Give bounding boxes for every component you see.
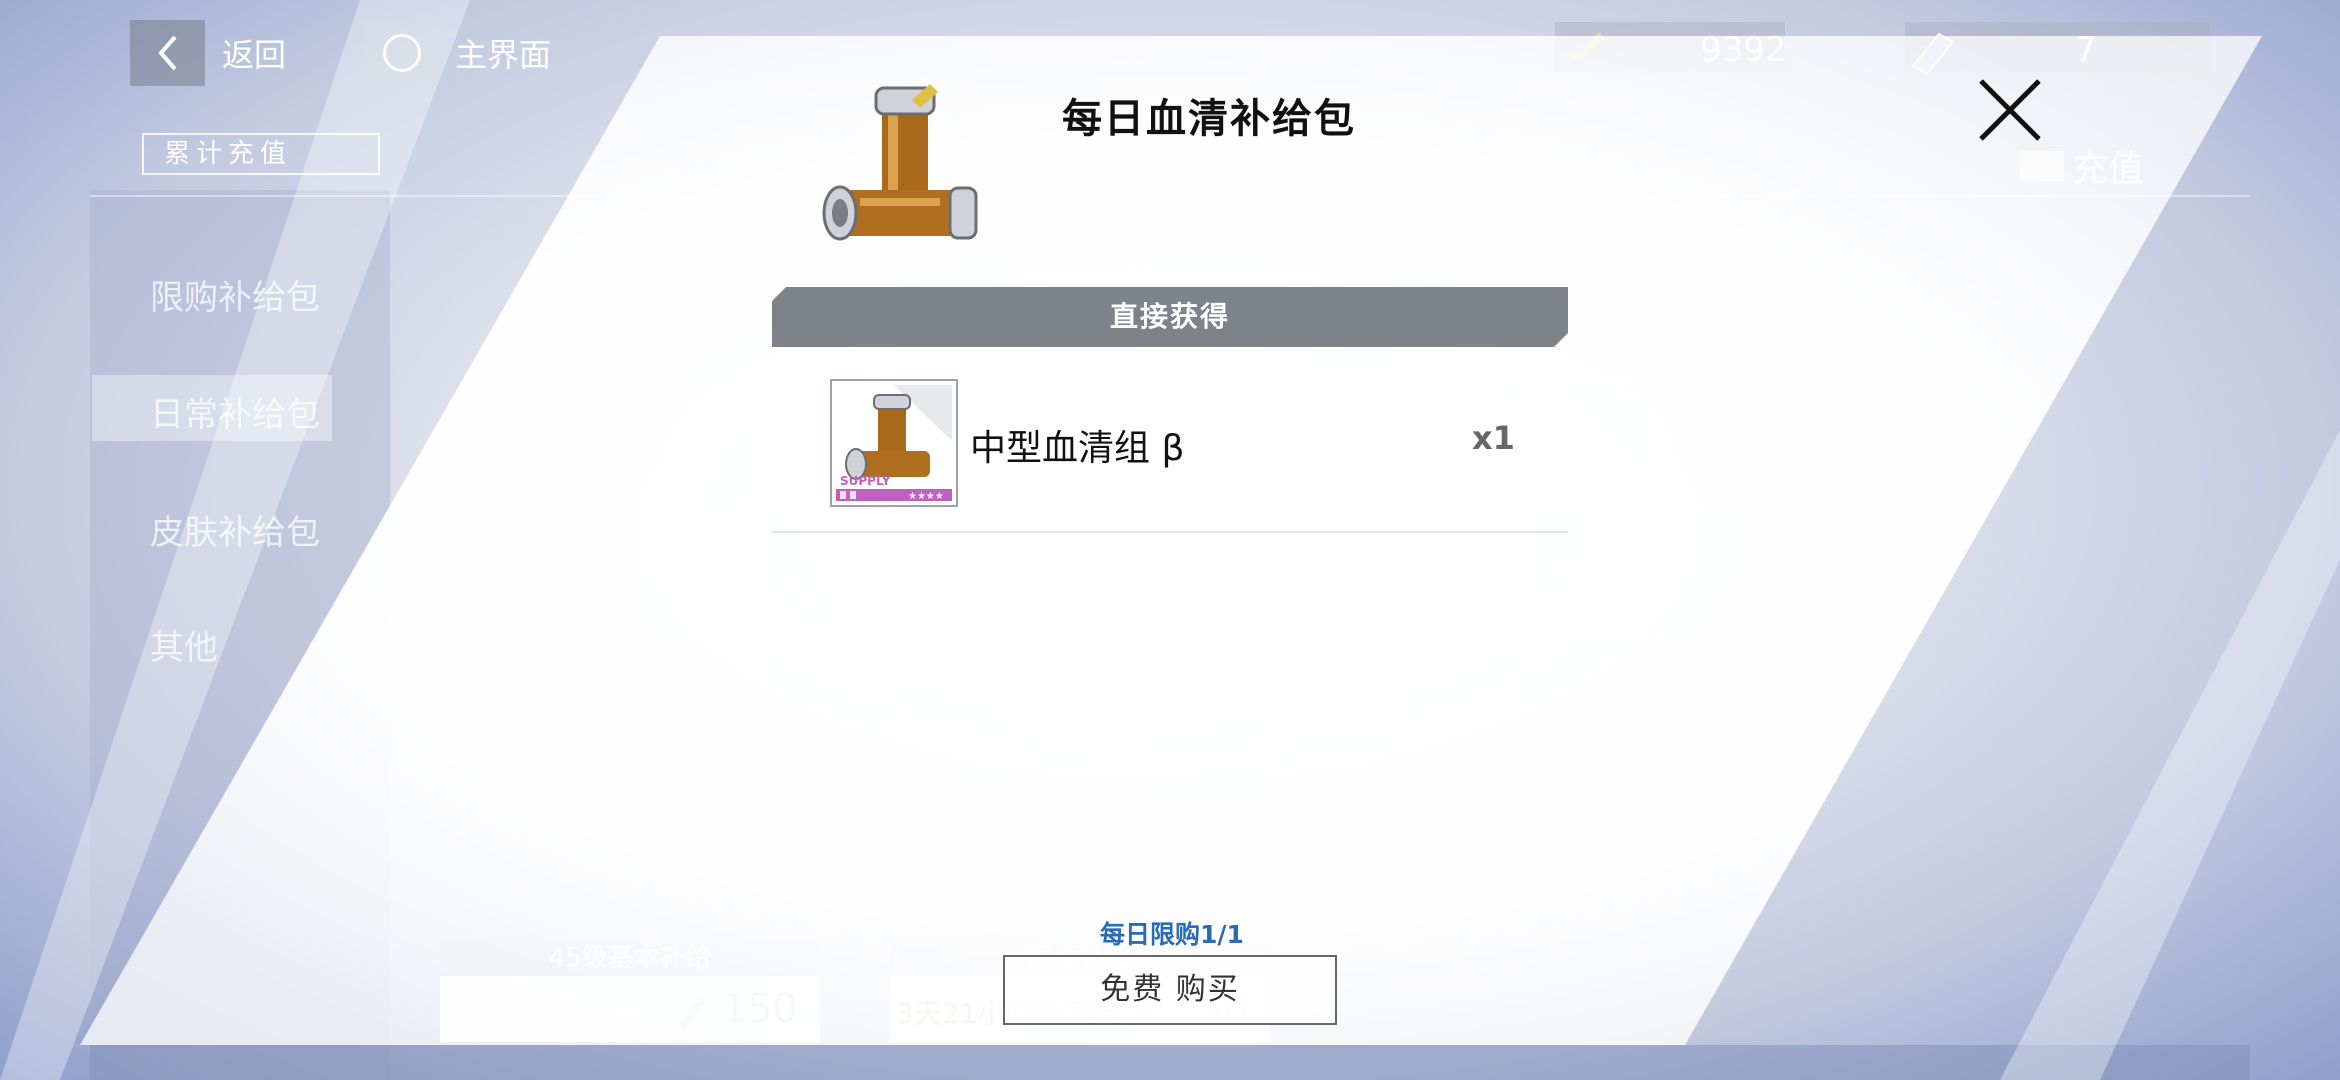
bottom-strip [90, 1045, 2250, 1080]
home-icon [383, 34, 421, 72]
serum-icon: SUPPLY ★★★★ [836, 385, 952, 502]
rarity-stars: ★★★★ [908, 491, 944, 502]
pack-title: 每日血清补给包 [1062, 96, 1356, 142]
divider [90, 195, 2250, 197]
recharge-icon [2020, 151, 2064, 181]
home-label[interactable]: 主界面 [455, 30, 551, 76]
recharge-label: 充值 [2072, 149, 2145, 190]
sidebar-item-skin[interactable]: 皮肤补给包 [150, 505, 320, 554]
back-button[interactable] [130, 20, 205, 86]
feather-ticket-icon [1571, 32, 1605, 62]
reward-quantity: x1 [1472, 419, 1515, 457]
card-price: 150 [721, 986, 798, 1032]
card-title: 45级基本补给 [440, 940, 820, 976]
feather-ticket-icon [678, 996, 706, 1028]
reward-name: 中型血清组 β [970, 428, 1185, 469]
recharge-button[interactable]: 充值 [2020, 140, 2144, 192]
card-price-row: 150 [440, 976, 820, 1042]
sidebar-item-other[interactable]: 其他 [150, 620, 218, 669]
sidebar-item-limited[interactable]: 限购补给包 [150, 270, 320, 319]
sidebar-panel [90, 190, 390, 1080]
reward-item-icon[interactable]: SUPPLY ★★★★ [830, 379, 958, 507]
serum-pack-image [822, 84, 978, 241]
bottom-card[interactable] [1320, 940, 1720, 1044]
supply-label-text: SUPPLY [840, 474, 891, 488]
home-button[interactable] [362, 20, 442, 86]
currency-value-2: 7 [2075, 30, 2097, 70]
reward-row: SUPPLY ★★★★ 中型血清组 β x1 [772, 365, 1568, 533]
recharge-total-button[interactable]: 累计充值 [142, 133, 380, 175]
free-buy-button[interactable]: 免费 购买 [1003, 955, 1337, 1025]
close-icon[interactable] [1975, 75, 2045, 145]
currency-value-1: 9392 [1700, 30, 1787, 70]
bottom-card[interactable]: 45级基本补给 150 [440, 940, 820, 1044]
back-label[interactable]: 返回 [222, 30, 286, 76]
section-header: 直接获得 [772, 287, 1568, 347]
chevron-left-icon [157, 35, 177, 71]
sidebar-item-daily[interactable]: 日常补给包 [150, 387, 320, 436]
crystal-card-icon [1911, 32, 1955, 76]
purchase-limit-text: 每日限购1/1 [1100, 920, 1244, 949]
